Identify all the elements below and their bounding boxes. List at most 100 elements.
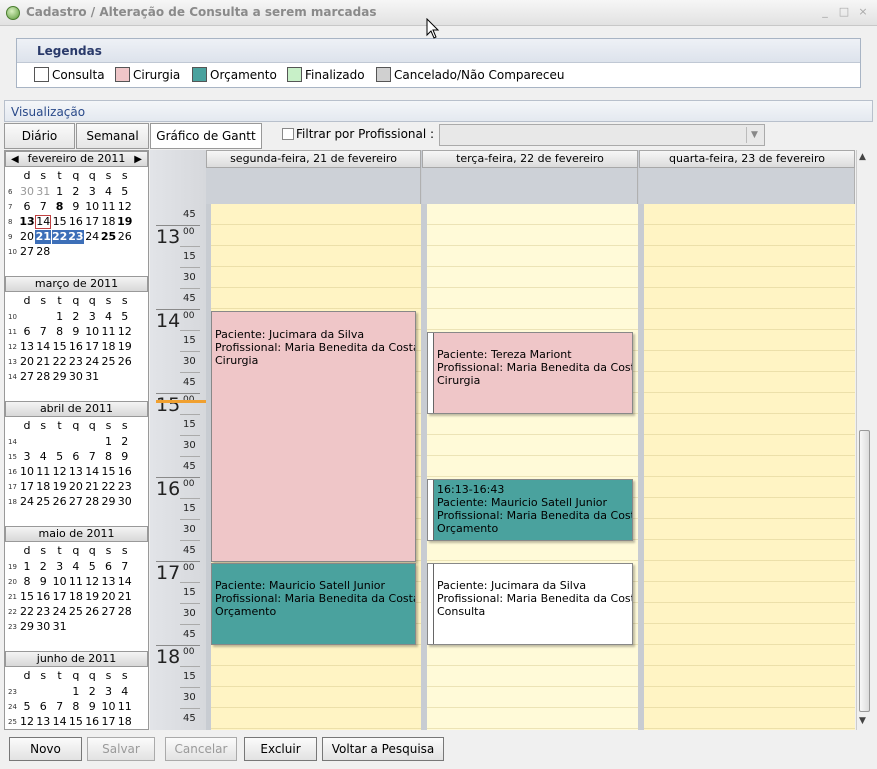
calendar-day[interactable]: 28 bbox=[35, 245, 51, 259]
calendar-day[interactable]: 13 bbox=[19, 215, 35, 229]
calendar-day[interactable]: 18 bbox=[101, 215, 117, 229]
calendar-day[interactable]: 14 bbox=[35, 215, 52, 229]
calendar-day[interactable]: 11 bbox=[101, 200, 117, 214]
calendar-day[interactable]: 27 bbox=[68, 495, 84, 509]
chevron-down-icon[interactable]: ▼ bbox=[746, 127, 762, 143]
calendar-day[interactable]: 19 bbox=[117, 340, 133, 354]
calendar-day[interactable]: 10 bbox=[84, 325, 100, 339]
calendar-day[interactable]: 23 bbox=[35, 605, 51, 619]
calendar-day[interactable]: 4 bbox=[101, 185, 117, 199]
calendar-day[interactable]: 24 bbox=[19, 495, 35, 509]
calendar-day[interactable]: 8 bbox=[52, 200, 68, 214]
calendar-day[interactable]: 23 bbox=[67, 230, 84, 244]
calendar-day[interactable]: 2 bbox=[117, 435, 133, 449]
calendar-day[interactable]: 22 bbox=[51, 230, 68, 244]
calendar-day[interactable]: 2 bbox=[35, 560, 51, 574]
calendar-day[interactable]: 11 bbox=[68, 575, 84, 589]
calendar-day[interactable]: 9 bbox=[84, 700, 100, 714]
minimize-button[interactable]: _ bbox=[818, 5, 832, 19]
calendar-day[interactable]: 6 bbox=[19, 325, 35, 339]
calendar-day[interactable]: 27 bbox=[19, 245, 35, 259]
tab-semanal[interactable]: Semanal bbox=[76, 123, 149, 149]
calendar-day[interactable]: 5 bbox=[52, 450, 68, 464]
calendar-day[interactable]: 24 bbox=[84, 355, 100, 369]
calendar-day[interactable]: 10 bbox=[52, 575, 68, 589]
all-day-area[interactable] bbox=[422, 168, 638, 204]
prev-month-icon[interactable]: ◀ bbox=[11, 152, 19, 167]
calendar-day[interactable]: 3 bbox=[19, 450, 35, 464]
calendar-day[interactable]: 20 bbox=[68, 480, 84, 494]
scroll-down-icon[interactable]: ▼ bbox=[859, 716, 866, 726]
calendar-day[interactable]: 16 bbox=[68, 340, 84, 354]
calendar-day[interactable]: 26 bbox=[117, 355, 133, 369]
calendar-day[interactable]: 13 bbox=[19, 340, 35, 354]
calendar-day[interactable]: 16 bbox=[68, 215, 84, 229]
calendar-day[interactable]: 12 bbox=[52, 465, 68, 479]
calendar-day[interactable]: 3 bbox=[101, 685, 117, 699]
calendar-day[interactable]: 19 bbox=[52, 480, 68, 494]
calendar-day[interactable]: 7 bbox=[35, 325, 51, 339]
profissional-select[interactable]: ▼ bbox=[439, 124, 765, 146]
calendar-day[interactable]: 8 bbox=[52, 325, 68, 339]
calendar-day[interactable]: 5 bbox=[117, 185, 133, 199]
calendar-day[interactable]: 3 bbox=[84, 185, 100, 199]
calendar-day[interactable]: 29 bbox=[52, 370, 68, 384]
calendar-day[interactable]: 12 bbox=[84, 575, 100, 589]
calendar-day[interactable]: 30 bbox=[117, 495, 133, 509]
calendar-day[interactable]: 25 bbox=[68, 605, 84, 619]
calendar-day[interactable]: 20 bbox=[19, 230, 35, 244]
calendar-day[interactable]: 5 bbox=[19, 700, 35, 714]
calendar-day[interactable]: 15 bbox=[52, 340, 68, 354]
calendar-day[interactable]: 1 bbox=[52, 185, 68, 199]
maximize-button[interactable]: □ bbox=[837, 5, 851, 19]
calendar-day[interactable]: 6 bbox=[68, 450, 84, 464]
scroll-thumb[interactable] bbox=[859, 430, 870, 712]
calendar-day[interactable]: 21 bbox=[35, 355, 51, 369]
tab-diario[interactable]: Diário bbox=[4, 123, 75, 149]
appointment-cirurgia-jucimara[interactable]: Paciente: Jucimara da Silva Profissional:… bbox=[211, 311, 416, 562]
calendar-day[interactable]: 23 bbox=[68, 355, 84, 369]
calendar-day[interactable]: 7 bbox=[117, 560, 133, 574]
calendar-day[interactable]: 23 bbox=[117, 480, 133, 494]
calendar-day[interactable]: 17 bbox=[84, 340, 100, 354]
calendar-day[interactable]: 4 bbox=[117, 685, 133, 699]
calendar-day[interactable]: 8 bbox=[19, 575, 35, 589]
calendar-day[interactable]: 12 bbox=[117, 325, 133, 339]
calendar-day[interactable]: 6 bbox=[35, 700, 51, 714]
calendar-day[interactable]: 3 bbox=[52, 560, 68, 574]
calendar-day[interactable]: 10 bbox=[84, 200, 100, 214]
excluir-button[interactable]: Excluir bbox=[244, 737, 317, 761]
calendar-day[interactable]: 16 bbox=[84, 715, 100, 729]
calendar-day[interactable]: 29 bbox=[101, 495, 117, 509]
calendar-day[interactable]: 11 bbox=[101, 325, 117, 339]
calendar-day[interactable]: 1 bbox=[52, 310, 68, 324]
calendar-day[interactable]: 31 bbox=[52, 620, 68, 634]
calendar-day[interactable]: 20 bbox=[101, 590, 117, 604]
calendar-day[interactable]: 24 bbox=[52, 605, 68, 619]
calendar-day[interactable]: 24 bbox=[84, 230, 100, 244]
calendar-day[interactable]: 8 bbox=[101, 450, 117, 464]
voltar-pesquisa-button[interactable]: Voltar a Pesquisa bbox=[322, 737, 444, 761]
calendar-day[interactable]: 15 bbox=[19, 590, 35, 604]
calendar-day[interactable]: 15 bbox=[52, 215, 68, 229]
calendar-day[interactable]: 9 bbox=[117, 450, 133, 464]
calendar-day[interactable]: 14 bbox=[35, 340, 51, 354]
calendar-day[interactable]: 1 bbox=[101, 435, 117, 449]
calendar-day[interactable]: 11 bbox=[35, 465, 51, 479]
calendar-day[interactable]: 1 bbox=[68, 685, 84, 699]
calendar-day[interactable]: 15 bbox=[101, 465, 117, 479]
novo-button[interactable]: Novo bbox=[9, 737, 82, 761]
day-column-header[interactable]: terça-feira, 22 de fevereiro bbox=[422, 150, 638, 168]
calendar-day[interactable]: 22 bbox=[52, 355, 68, 369]
calendar-day[interactable]: 30 bbox=[68, 370, 84, 384]
calendar-day[interactable]: 26 bbox=[84, 605, 100, 619]
calendar-day[interactable]: 30 bbox=[35, 620, 51, 634]
calendar-day[interactable]: 28 bbox=[84, 495, 100, 509]
calendar-day[interactable]: 13 bbox=[101, 575, 117, 589]
calendar-day[interactable]: 9 bbox=[68, 200, 84, 214]
calendar-day[interactable]: 29 bbox=[19, 620, 35, 634]
calendar-day[interactable]: 16 bbox=[35, 590, 51, 604]
all-day-area[interactable] bbox=[206, 168, 421, 204]
day-column[interactable] bbox=[644, 204, 855, 730]
calendar-day[interactable]: 4 bbox=[35, 450, 51, 464]
